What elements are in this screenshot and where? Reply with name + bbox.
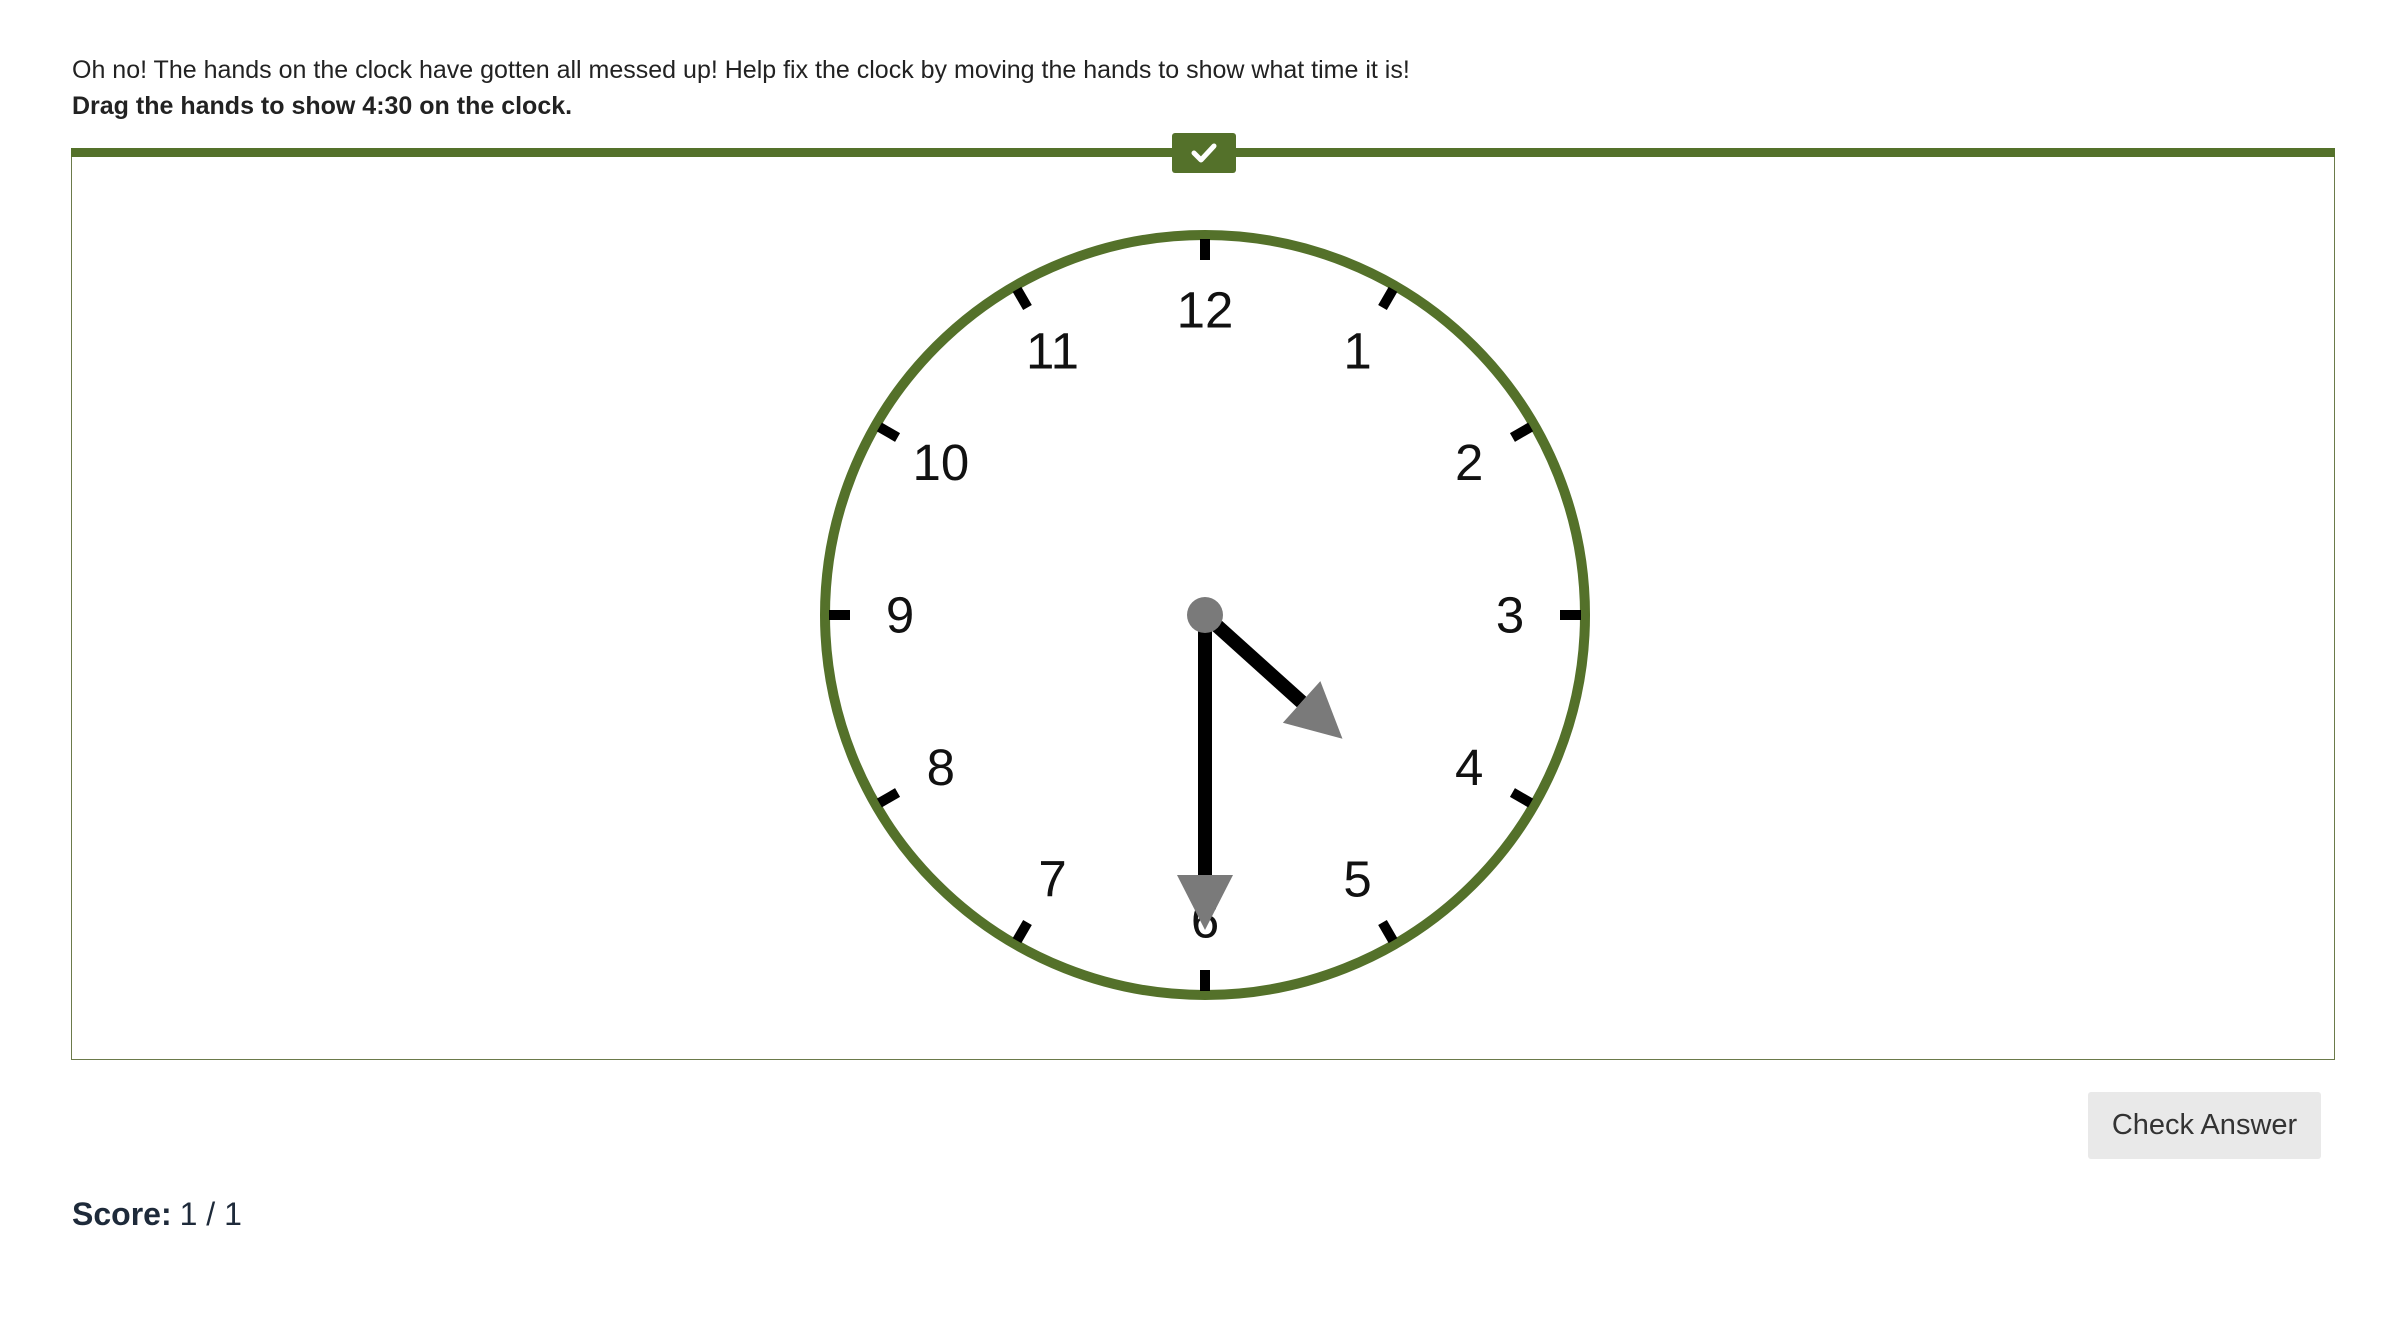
checkmark-icon [1191, 143, 1217, 163]
score: Score: 1 / 1 [72, 1196, 242, 1233]
clock-number: 9 [886, 587, 914, 644]
instructions-text: Oh no! The hands on the clock have gotte… [72, 56, 1410, 84]
clock-number: 4 [1455, 739, 1483, 796]
clock-number: 7 [1038, 851, 1066, 908]
clock-number: 8 [927, 739, 955, 796]
clock-activity-page: Oh no! The hands on the clock have gotte… [0, 0, 2400, 1326]
clock-number: 2 [1455, 434, 1483, 491]
clock-number: 1 [1343, 322, 1371, 379]
clock-center-pivot [1187, 597, 1223, 633]
score-label: Score: [72, 1196, 172, 1232]
check-answer-button[interactable]: Check Answer [2088, 1092, 2321, 1159]
correct-badge [1172, 133, 1236, 173]
clock-number: 10 [912, 434, 969, 491]
task-prompt: Drag the hands to show 4:30 on the clock… [72, 92, 573, 120]
score-value: 1 / 1 [179, 1196, 242, 1232]
clock-number: 11 [1026, 322, 1079, 379]
clock-number: 12 [1177, 282, 1234, 339]
clock-number: 5 [1343, 851, 1371, 908]
clock: 121234567891011 [820, 230, 1590, 1000]
clock-number: 3 [1496, 587, 1524, 644]
instructions: Oh no! The hands on the clock have gotte… [72, 52, 2332, 124]
